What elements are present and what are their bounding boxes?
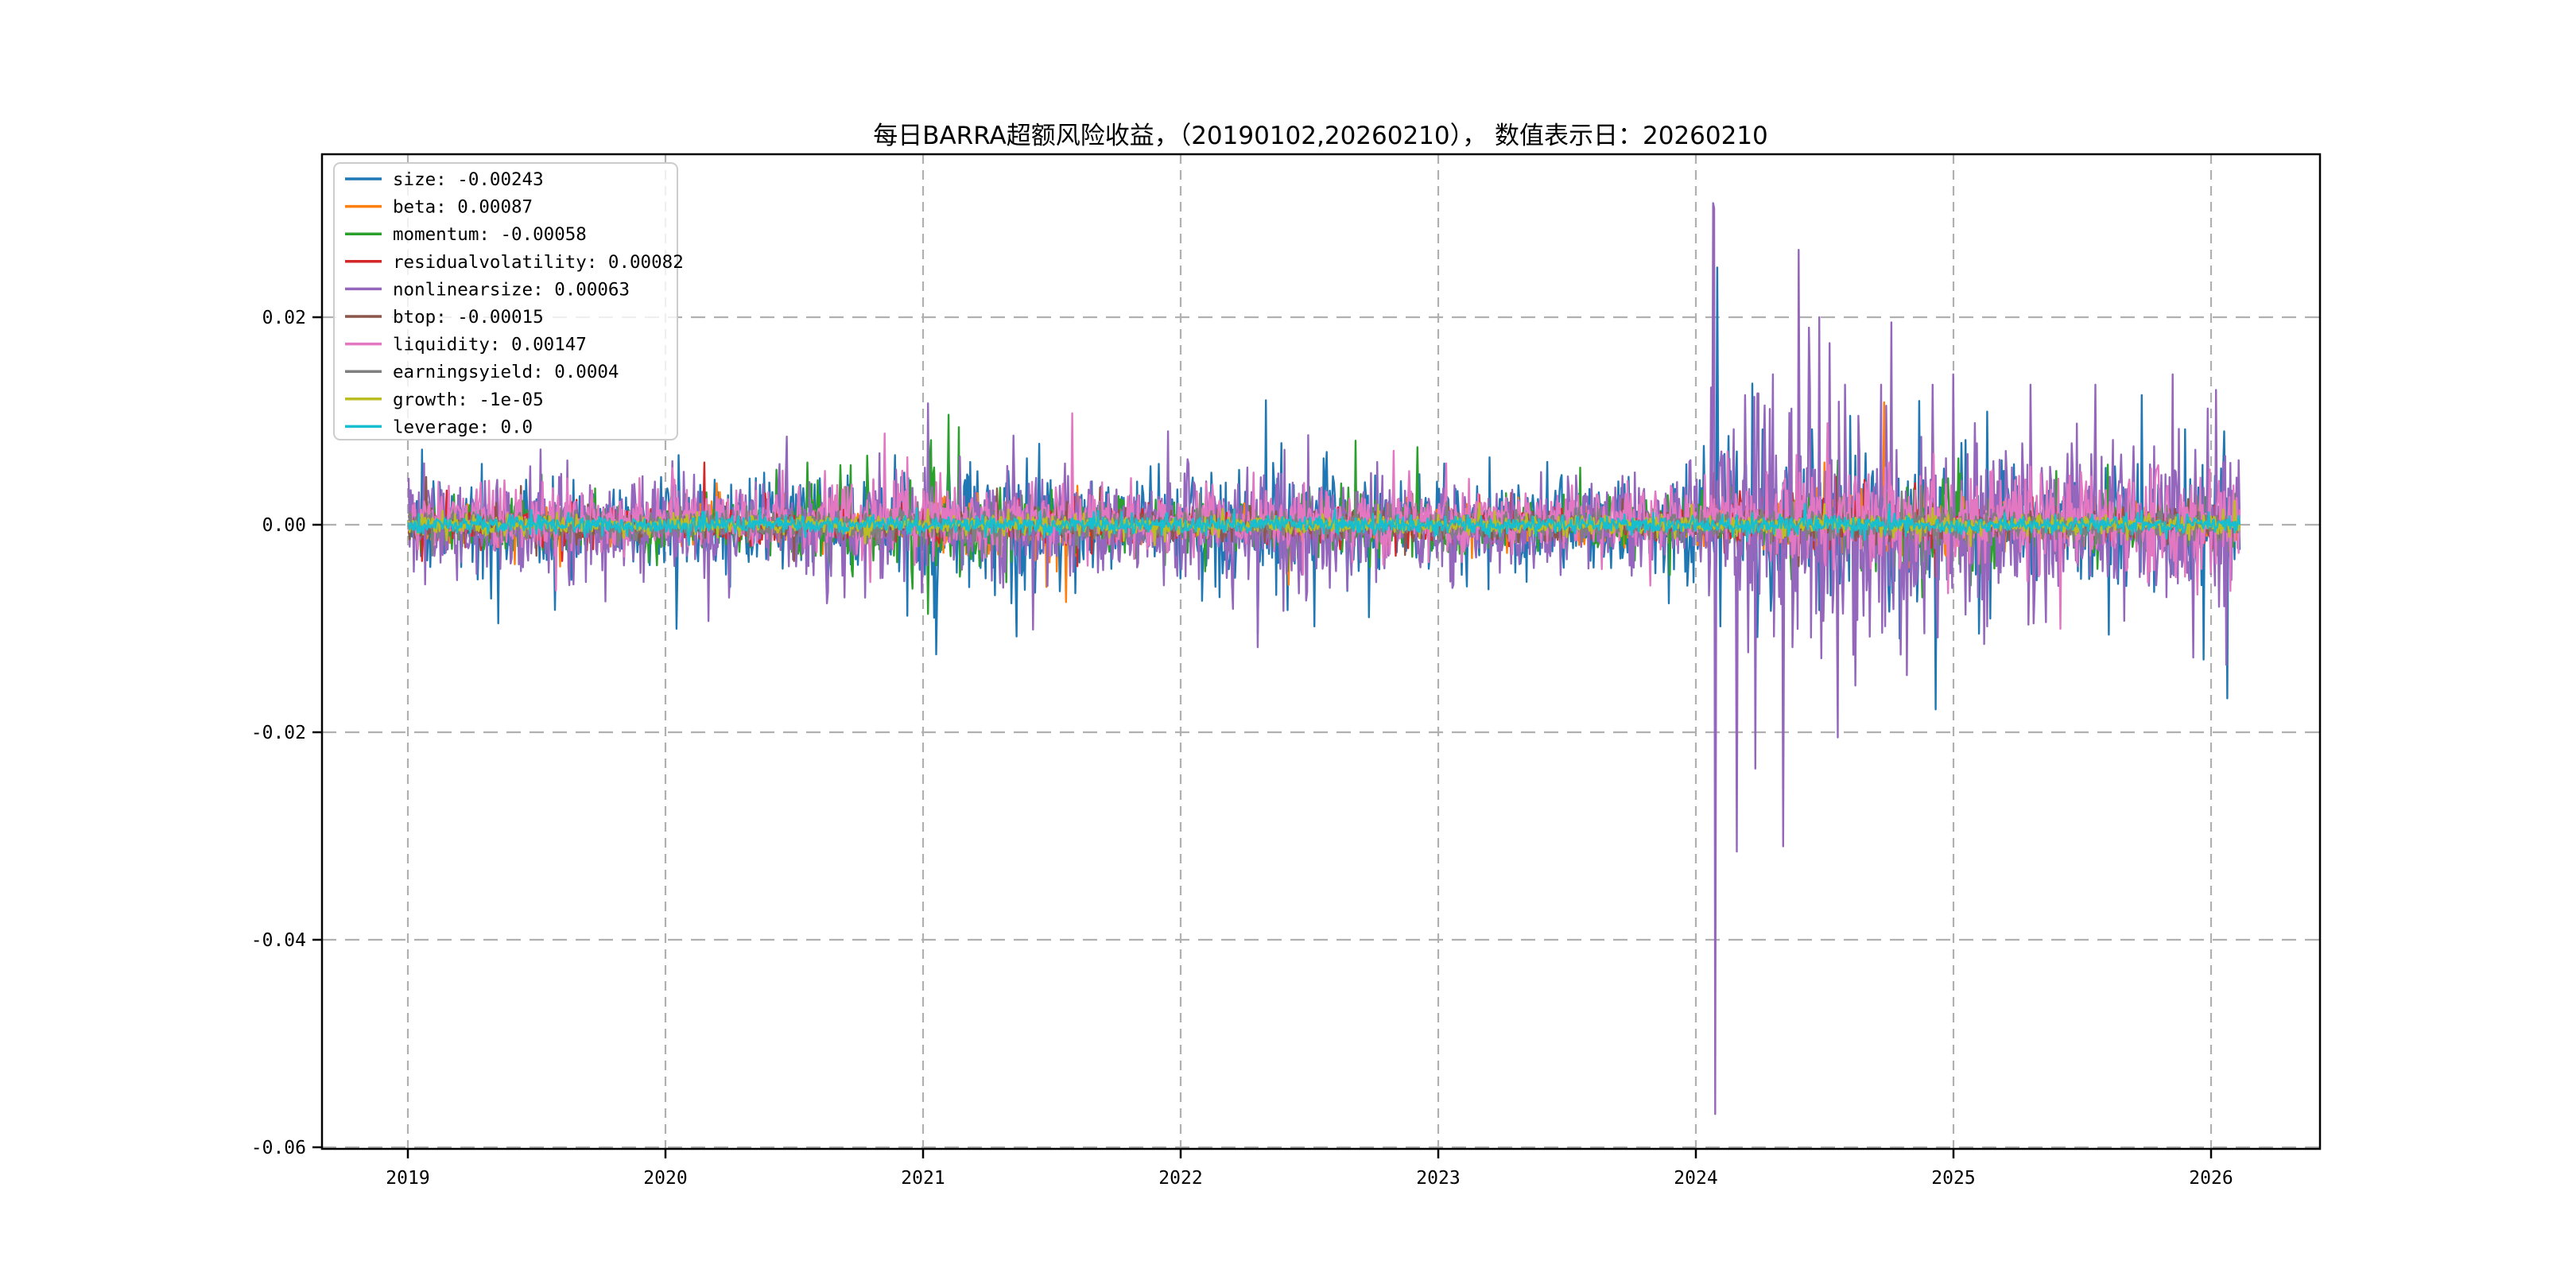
figure: 每日BARRA超额风险收益，（20190102,20260210）， 数值表示日… xyxy=(0,0,2576,1288)
legend-item-label: earningsyield: 0.0004 xyxy=(393,362,619,382)
x-tick-label: 2024 xyxy=(1674,1168,1717,1189)
x-tick-label: 2022 xyxy=(1158,1168,1202,1189)
legend-item-label: liquidity: 0.00147 xyxy=(393,335,587,355)
y-tick-label: -0.04 xyxy=(251,930,306,951)
series-line-nonlinearsize xyxy=(407,202,2241,1115)
y-tick-label: -0.06 xyxy=(251,1138,306,1158)
legend-item-label: btop: -0.00015 xyxy=(393,307,544,328)
legend-item-label: leverage: 0.0 xyxy=(393,417,533,437)
y-tick-label: 0.02 xyxy=(262,308,306,328)
y-tick-label: 0.00 xyxy=(262,515,306,536)
series-lines xyxy=(407,202,2241,1115)
x-tick-label: 2019 xyxy=(386,1168,429,1189)
legend-item-label: nonlinearsize: 0.00063 xyxy=(393,279,630,300)
chart-title: 每日BARRA超额风险收益，（20190102,20260210）， 数值表示日… xyxy=(873,122,1768,150)
x-tick-label: 2020 xyxy=(643,1168,687,1189)
x-tick-label: 2021 xyxy=(901,1168,945,1189)
x-tick-label: 2026 xyxy=(2189,1168,2233,1189)
chart-canvas: 每日BARRA超额风险收益，（20190102,20260210）， 数值表示日… xyxy=(0,0,2576,1288)
legend-item-label: growth: -1e-05 xyxy=(393,390,544,410)
legend-item-label: residualvolatility: 0.00082 xyxy=(393,252,684,273)
legend-item-label: beta: 0.00087 xyxy=(393,197,533,218)
legend: size: -0.00243 beta: 0.00087 momentum: -0.… xyxy=(333,162,684,440)
legend-item-label: size: -0.00243 xyxy=(393,169,544,190)
x-tick-label: 2025 xyxy=(1931,1168,1975,1189)
legend-item-label: momentum: -0.00058 xyxy=(393,224,587,245)
x-tick-label: 2023 xyxy=(1416,1168,1460,1189)
y-tick-label: -0.02 xyxy=(251,723,306,743)
